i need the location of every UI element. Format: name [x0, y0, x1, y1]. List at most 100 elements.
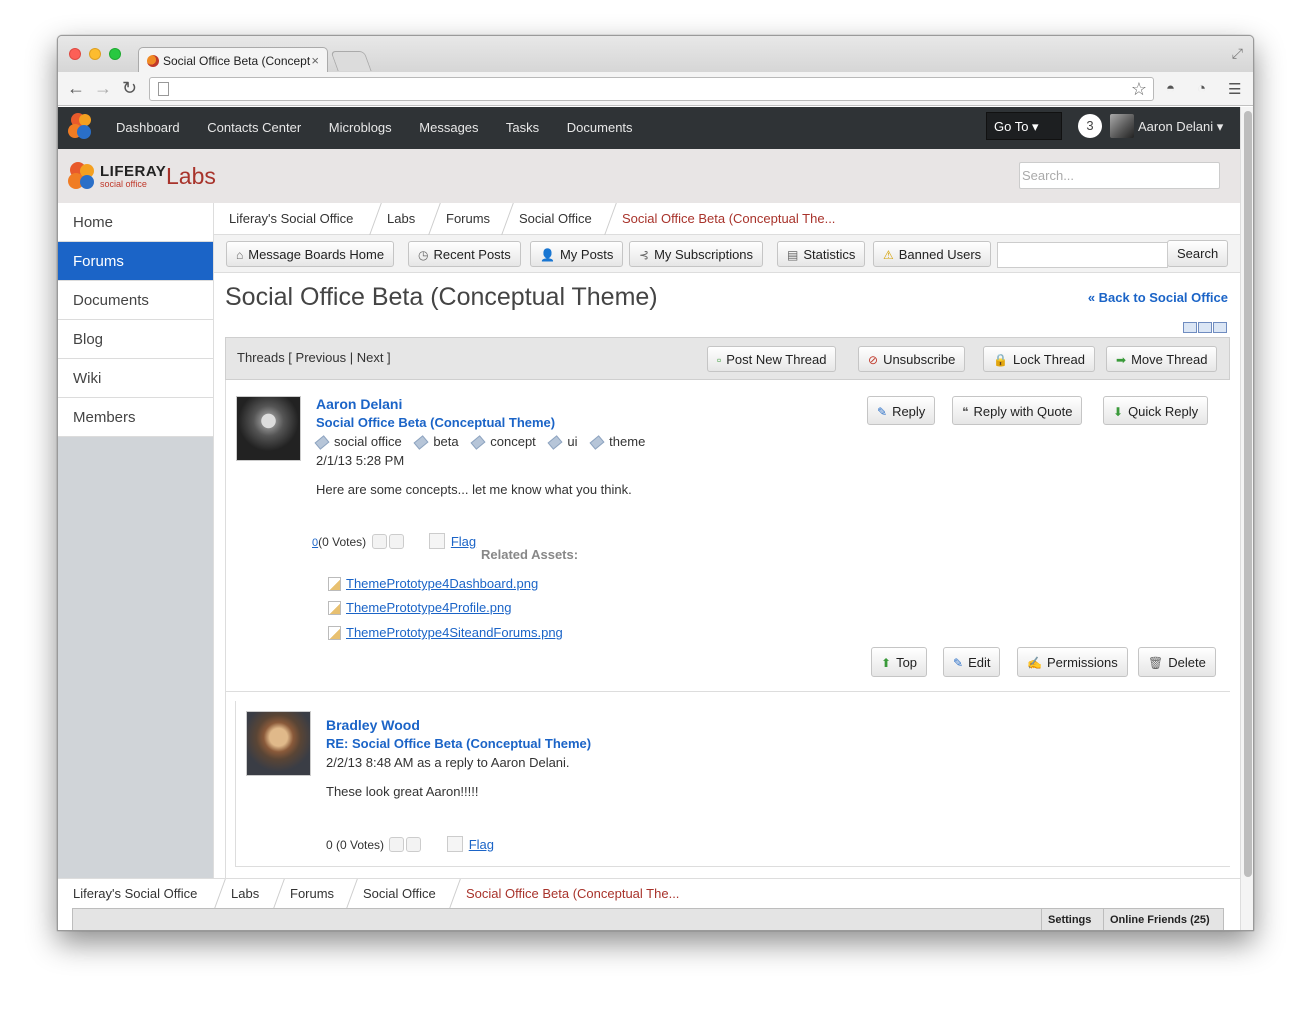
- address-bar[interactable]: ☆: [149, 77, 1154, 101]
- post-author[interactable]: Bradley Wood: [326, 717, 420, 733]
- site-search-input[interactable]: Search...: [1019, 162, 1220, 189]
- zoom-window-button[interactable]: [109, 48, 121, 60]
- thumbs-down-icon[interactable]: [388, 534, 404, 549]
- tag-item[interactable]: social office: [314, 434, 402, 450]
- breadcrumb-item[interactable]: Forums: [446, 211, 490, 226]
- post-new-thread-button[interactable]: ▫ Post New Thread: [707, 346, 837, 372]
- document-icon: [328, 601, 341, 615]
- unsubscribe-icon: ⊘: [868, 353, 879, 367]
- pocket-icon[interactable]: ◓: [1166, 80, 1175, 97]
- fullscreen-icon[interactable]: ⤢: [1232, 45, 1243, 62]
- back-arrow-icon[interactable]: ←: [67, 79, 85, 97]
- sidebar-item-wiki[interactable]: Wiki: [58, 359, 213, 398]
- breadcrumb-item[interactable]: Labs: [387, 211, 415, 226]
- dock-nav-tasks[interactable]: Tasks: [506, 120, 539, 135]
- search-button[interactable]: Search: [1167, 240, 1229, 267]
- dock-nav-documents[interactable]: Documents: [567, 120, 633, 135]
- my-posts-button[interactable]: 👤 My Posts: [530, 241, 624, 267]
- avatar[interactable]: [236, 396, 301, 461]
- dock-nav-microblogs[interactable]: Microblogs: [329, 120, 392, 135]
- tag-item[interactable]: ui: [547, 434, 578, 450]
- permissions-button[interactable]: ✍ Permissions: [1017, 647, 1128, 677]
- quick-reply-button[interactable]: ⬇ Quick Reply: [1103, 396, 1209, 425]
- post-subject[interactable]: Social Office Beta (Conceptual Theme): [316, 415, 555, 430]
- avatar[interactable]: [246, 711, 311, 776]
- top-button[interactable]: ⬆ Top: [871, 647, 928, 677]
- tab-close-icon[interactable]: ×: [311, 53, 319, 68]
- social-office-logo-icon[interactable]: [66, 159, 98, 191]
- edit-button[interactable]: ✎ Edit: [943, 647, 1001, 677]
- statistics-button[interactable]: ▤ Statistics: [777, 241, 866, 267]
- new-tab-button[interactable]: [330, 51, 372, 71]
- dock-nav-dashboard[interactable]: Dashboard: [116, 120, 180, 135]
- asset-link[interactable]: ThemePrototype4SiteandForums.png: [346, 625, 563, 640]
- breadcrumb-item[interactable]: Social Office: [363, 886, 436, 901]
- new-document-icon: ▫: [717, 353, 722, 367]
- asset-link[interactable]: ThemePrototype4Profile.png: [346, 600, 511, 615]
- asset-link[interactable]: ThemePrototype4Dashboard.png: [346, 576, 538, 591]
- breadcrumb-item[interactable]: Forums: [290, 886, 334, 901]
- post-subject[interactable]: RE: Social Office Beta (Conceptual Theme…: [326, 736, 591, 751]
- tag-item[interactable]: theme: [589, 434, 645, 450]
- tag-item[interactable]: concept: [470, 434, 536, 450]
- breadcrumb-item[interactable]: Labs: [231, 886, 259, 901]
- tag-icon: [589, 435, 605, 450]
- dock-nav-messages[interactable]: Messages: [419, 120, 478, 135]
- reply-button[interactable]: ✎ Reply: [867, 396, 936, 425]
- banned-users-button[interactable]: ⚠ Banned Users: [873, 241, 992, 267]
- view-flat-icon[interactable]: [1183, 322, 1197, 333]
- delete-button[interactable]: 🗑 Delete: [1138, 647, 1216, 677]
- scrollbar-thumb[interactable]: [1244, 111, 1252, 877]
- view-tree-icon[interactable]: [1198, 322, 1212, 333]
- tab-title: Social Office Beta (Concept: [163, 54, 311, 68]
- post-author[interactable]: Aaron Delani: [316, 396, 402, 412]
- liferay-logo-icon[interactable]: [66, 111, 94, 141]
- browser-tab[interactable]: Social Office Beta (Concept ×: [138, 47, 328, 73]
- menu-icon[interactable]: ☰: [1228, 80, 1241, 98]
- move-thread-button[interactable]: ➡ Move Thread: [1106, 346, 1218, 372]
- sidebar-item-forums[interactable]: Forums: [58, 242, 213, 281]
- sidebar-item-blog[interactable]: Blog: [58, 320, 213, 359]
- history-icon[interactable]: ◔: [1197, 80, 1206, 97]
- reply-with-quote-button[interactable]: ❝ Reply with Quote: [952, 396, 1083, 425]
- notification-count-badge[interactable]: 3: [1078, 114, 1102, 138]
- thumbs-up-icon[interactable]: [371, 534, 387, 549]
- forward-arrow-icon[interactable]: →: [94, 79, 112, 97]
- breadcrumb-item[interactable]: Social Office: [519, 211, 592, 226]
- tag-icon: [547, 435, 563, 450]
- my-subscriptions-button[interactable]: ⊰ My Subscriptions: [629, 241, 764, 267]
- close-window-button[interactable]: [69, 48, 81, 60]
- breadcrumb-item[interactable]: Liferay's Social Office: [229, 211, 353, 226]
- flag-link[interactable]: Flag: [469, 837, 494, 852]
- view-combination-icon[interactable]: [1213, 322, 1227, 333]
- goto-menu[interactable]: Go To ▾: [986, 112, 1062, 140]
- online-friends-button[interactable]: Online Friends (25): [1103, 909, 1216, 930]
- user-menu[interactable]: Aaron Delani ▾: [1138, 119, 1223, 135]
- message-boards-home-button[interactable]: ⌂ Message Boards Home: [226, 241, 395, 267]
- flag-icon: [428, 533, 445, 549]
- post-body: These look great Aaron!!!!!: [326, 784, 479, 799]
- breadcrumb-item[interactable]: Liferay's Social Office: [73, 886, 197, 901]
- flag-link[interactable]: Flag: [451, 534, 476, 549]
- dock-nav-contacts[interactable]: Contacts Center: [207, 120, 301, 135]
- sidebar-item-documents[interactable]: Documents: [58, 281, 213, 320]
- page-scrollbar[interactable]: [1240, 107, 1253, 930]
- minimize-window-button[interactable]: [89, 48, 101, 60]
- sidebar-item-members[interactable]: Members: [58, 398, 213, 437]
- lock-thread-button[interactable]: 🔒 Lock Thread: [983, 346, 1095, 372]
- related-asset-item: ThemePrototype4SiteandForums.png: [328, 625, 563, 640]
- back-link[interactable]: « Back to Social Office: [1088, 290, 1228, 305]
- sidebar-item-home[interactable]: Home: [58, 203, 213, 242]
- thumbs-up-icon[interactable]: [389, 837, 405, 852]
- site-name[interactable]: Labs: [166, 163, 216, 190]
- recent-posts-button[interactable]: ◷ Recent Posts: [408, 241, 521, 267]
- user-avatar[interactable]: [1110, 114, 1134, 138]
- settings-button[interactable]: Settings: [1041, 909, 1097, 930]
- thread-navigation[interactable]: Threads [ Previous | Next ]: [237, 350, 391, 365]
- unsubscribe-button[interactable]: ⊘ Unsubscribe: [858, 346, 966, 372]
- thumbs-down-icon[interactable]: [406, 837, 422, 852]
- message-board-search-input[interactable]: [997, 242, 1168, 268]
- tag-item[interactable]: beta: [413, 434, 459, 450]
- bookmark-star-icon[interactable]: ☆: [1131, 79, 1147, 100]
- reload-icon[interactable]: ↻: [122, 79, 137, 97]
